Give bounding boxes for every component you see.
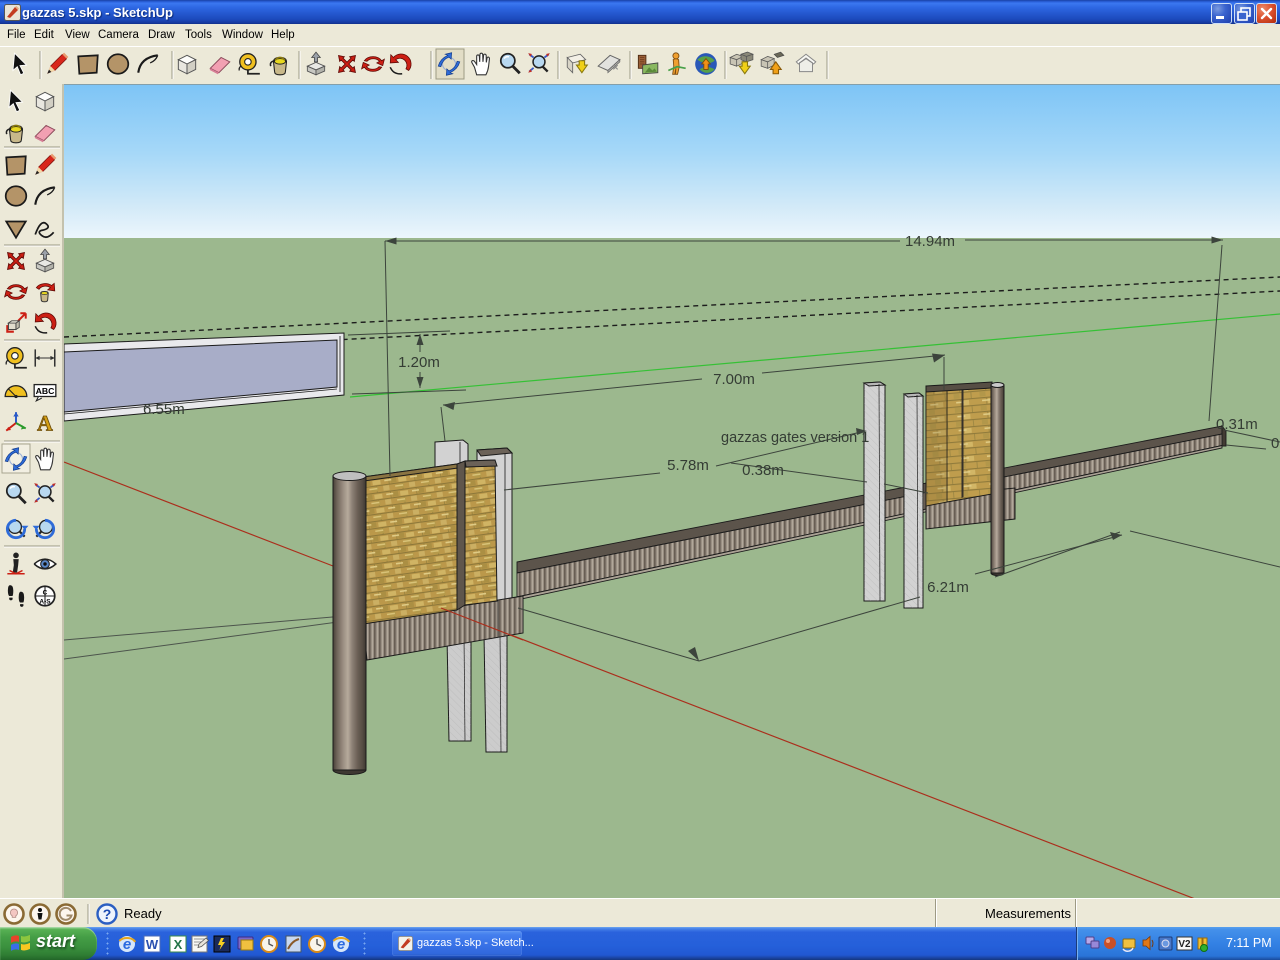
svg-text:6.21m: 6.21m xyxy=(927,579,969,596)
svg-text:14.94m: 14.94m xyxy=(905,233,955,250)
svg-text:7.00m: 7.00m xyxy=(713,371,755,388)
svg-text:5.78m: 5.78m xyxy=(667,457,709,474)
svg-text:0.38m: 0.38m xyxy=(742,462,784,479)
svg-text:V2: V2 xyxy=(1178,939,1191,950)
svg-text:X: X xyxy=(174,937,183,952)
svg-text:W: W xyxy=(146,937,159,952)
svg-text:6.55m: 6.55m xyxy=(143,401,185,418)
svg-text:?: ? xyxy=(103,906,112,922)
svg-text:gazzas gates version 1: gazzas gates version 1 xyxy=(721,430,869,446)
svg-text:1.20m: 1.20m xyxy=(398,354,440,371)
svg-text:0.: 0. xyxy=(1271,435,1280,452)
svg-text:0.31m: 0.31m xyxy=(1216,416,1258,433)
